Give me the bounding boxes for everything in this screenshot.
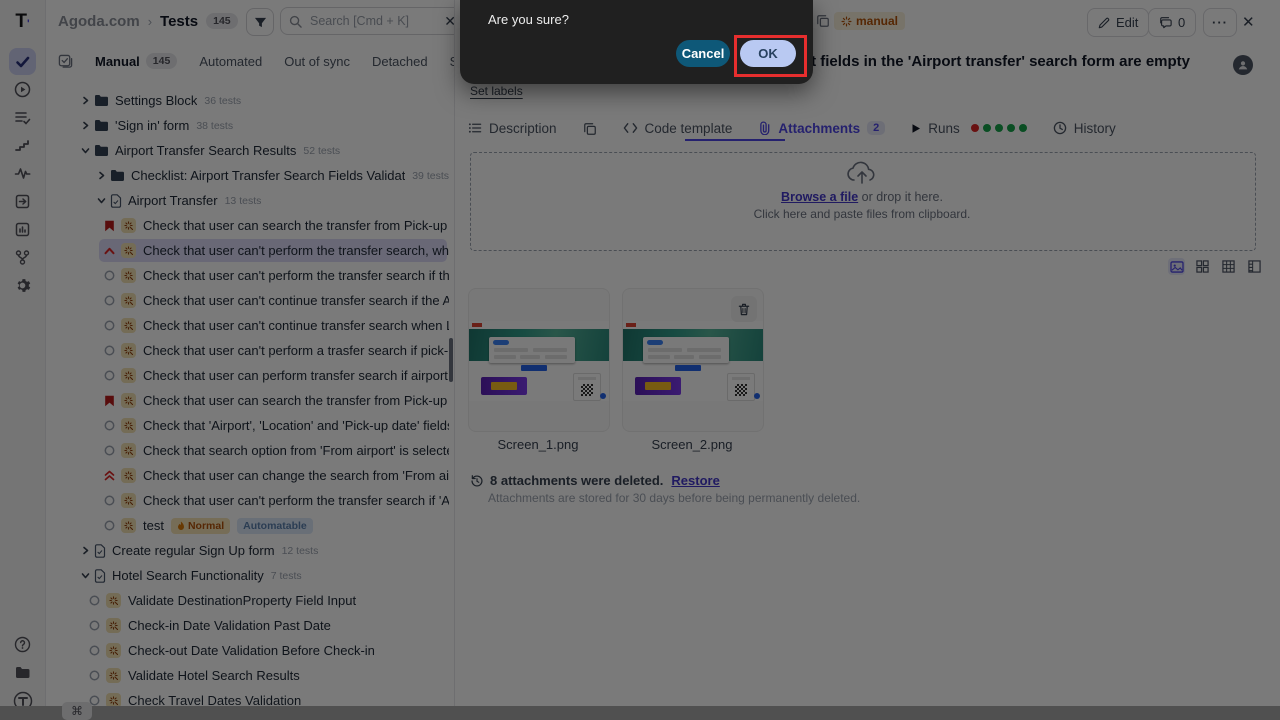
ok-highlight-annotation bbox=[734, 35, 807, 77]
cancel-button[interactable]: Cancel bbox=[676, 40, 730, 67]
confirm-message: Are you sure? bbox=[488, 12, 569, 27]
modal-dim-overlay[interactable] bbox=[0, 0, 1280, 720]
confirm-dialog: Are you sure? Cancel OK bbox=[460, 0, 813, 84]
